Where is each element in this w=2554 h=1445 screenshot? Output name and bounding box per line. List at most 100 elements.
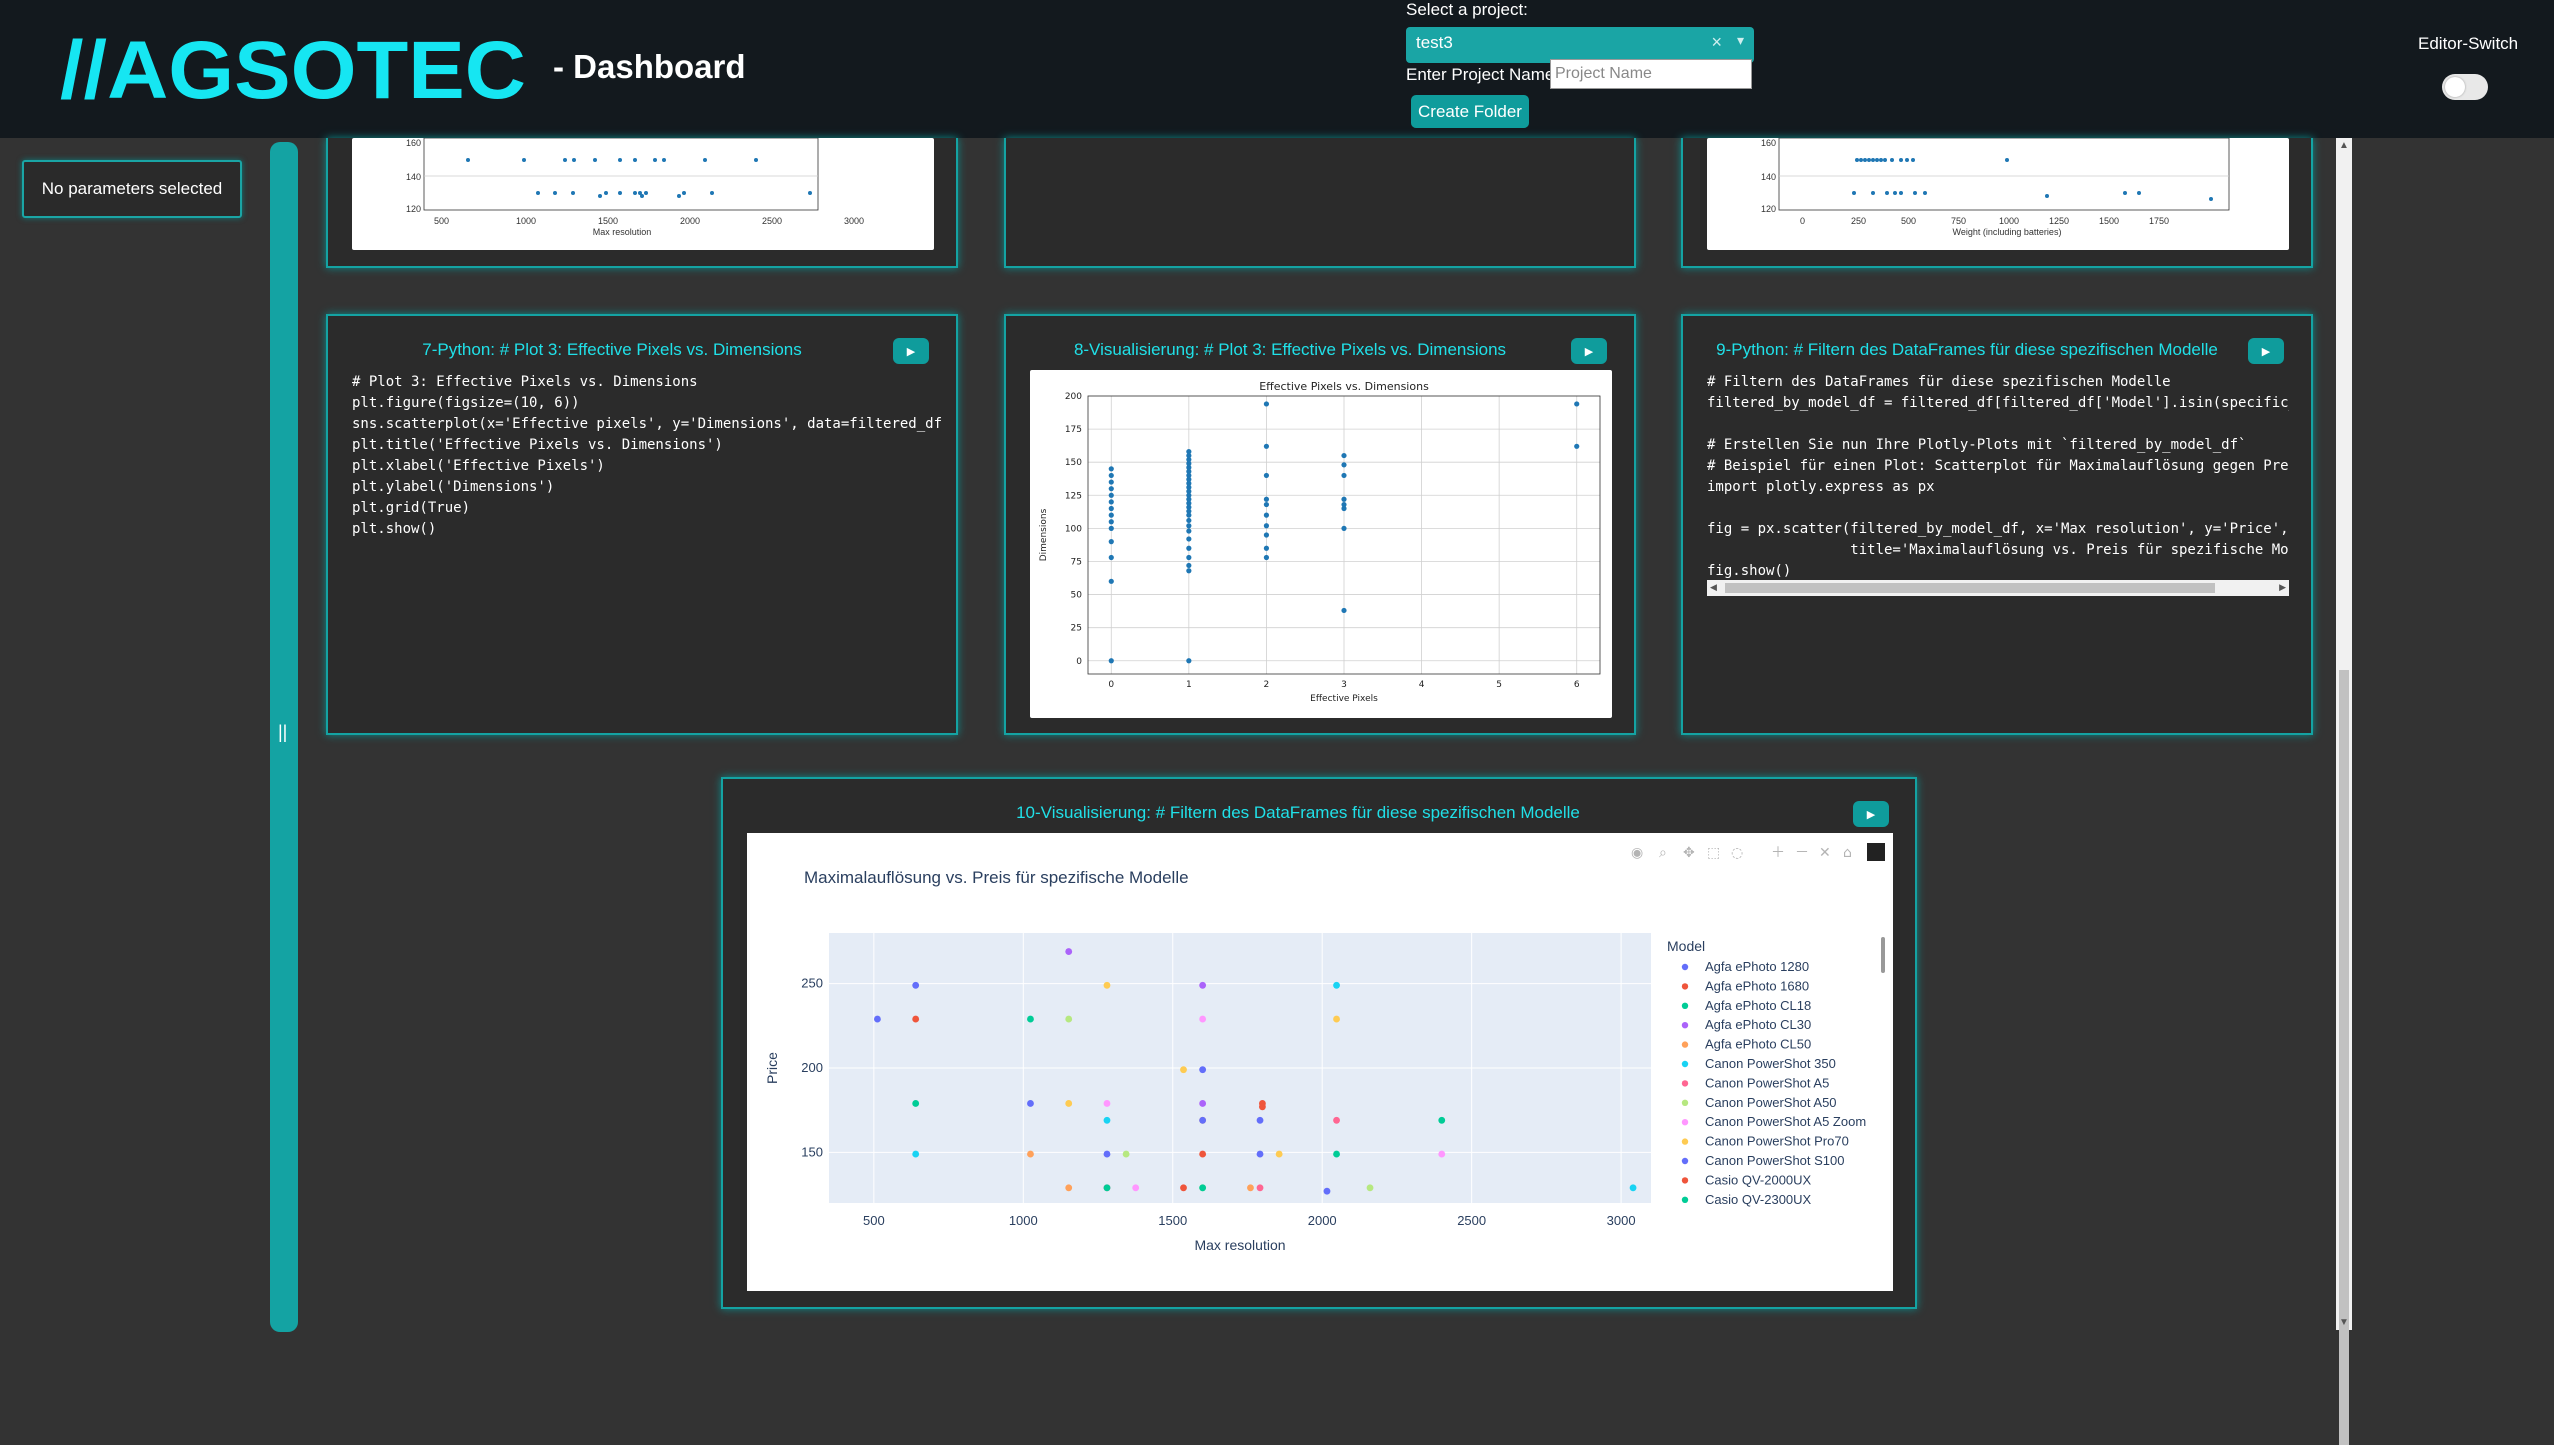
lasso-icon[interactable]: ◌ (1731, 845, 1743, 861)
svg-text:140: 140 (406, 172, 421, 182)
svg-text:1750: 1750 (2149, 216, 2169, 226)
x-tick-label: 3000 (1607, 1213, 1636, 1228)
cell-card-8: 8-Visualisierung: # Plot 3: Effective Pi… (1004, 314, 1636, 735)
svg-text:1250: 1250 (2049, 216, 2069, 226)
project-name-input[interactable] (1550, 59, 1752, 89)
data-point (1108, 472, 1114, 479)
y-tick-label: 100 (1065, 524, 1082, 534)
horizontal-scrollbar[interactable]: ◀ ▶ (1707, 580, 2289, 596)
data-point (1341, 472, 1347, 479)
legend-item: Canon PowerShot A5 (1705, 1075, 1829, 1090)
svg-text:120: 120 (406, 204, 421, 214)
data-point (1263, 401, 1270, 407)
data-point (1341, 525, 1347, 531)
scroll-left-icon[interactable]: ◀ (1710, 582, 1717, 593)
y-tick-label: 200 (801, 1060, 823, 1075)
data-point (1186, 568, 1192, 574)
data-point (1180, 1184, 1187, 1192)
data-point (1065, 948, 1073, 955)
zoom-out-icon[interactable]: － (1795, 845, 1809, 861)
svg-text:Weight (including batteries): Weight (including batteries) (1953, 227, 2062, 237)
legend-item: Canon PowerShot S100 (1705, 1153, 1844, 1168)
x-tick-label: 4 (1419, 680, 1425, 690)
page-scrollbar[interactable]: ▲ ▼ (2336, 138, 2352, 1445)
data-point (1108, 525, 1114, 531)
y-tick-label: 200 (1065, 392, 1082, 402)
code-block[interactable]: # Plot 3: Effective Pixels vs. Dimension… (352, 372, 942, 540)
legend-title: Model (1667, 938, 1705, 954)
data-point (1108, 578, 1114, 584)
scrollbar-thumb[interactable] (2339, 670, 2349, 1445)
svg-text:2500: 2500 (762, 216, 782, 226)
plotly-chart[interactable]: Maximalauflösung vs. Preis für spezifisc… (747, 833, 1893, 1291)
legend-item: Canon PowerShot Pro70 (1705, 1134, 1849, 1149)
clear-icon[interactable]: × (1711, 32, 1722, 53)
autoscale-icon[interactable]: ✕ (1819, 845, 1831, 861)
x-axis-label: Max resolution (1194, 1237, 1285, 1253)
legend-item: Casio QV-2000UX (1705, 1172, 1812, 1187)
data-point (1438, 1150, 1446, 1158)
pan-icon[interactable]: ✥ (1683, 845, 1695, 861)
drag-handle-icon[interactable]: || (278, 722, 287, 743)
cell-title: 10-Visualisierung: # Filtern des DataFra… (1016, 803, 1580, 822)
scroll-up-icon[interactable]: ▲ (2339, 140, 2349, 151)
project-select-label: Select a project: (1406, 0, 1528, 19)
legend-item: Canon PowerShot 350 (1705, 1056, 1836, 1071)
scroll-down-icon[interactable]: ▼ (2339, 1317, 2349, 1328)
play-icon: ▶ (1584, 345, 1594, 358)
run-button[interactable]: ▶ (893, 338, 929, 364)
data-point (1574, 401, 1580, 407)
chevron-down-icon[interactable]: ▾ (1737, 32, 1744, 49)
create-folder-button[interactable]: Create Folder (1411, 95, 1529, 128)
data-point (1263, 501, 1270, 508)
box-select-icon[interactable]: ⬚ (1707, 845, 1720, 861)
data-point (1103, 1116, 1111, 1124)
run-button[interactable]: ▶ (2248, 338, 2284, 364)
y-tick-label: 150 (801, 1144, 823, 1159)
data-point (1027, 1015, 1034, 1023)
code-block[interactable]: # Filtern des DataFrames für diese spezi… (1707, 372, 2289, 582)
scroll-right-icon[interactable]: ▶ (2279, 582, 2286, 593)
run-button[interactable]: ▶ (1853, 801, 1889, 827)
data-point (1341, 501, 1347, 508)
svg-text:500: 500 (434, 216, 449, 226)
reset-axes-icon[interactable]: ⌂ (1843, 845, 1852, 861)
cell-title: 8-Visualisierung: # Plot 3: Effective Pi… (1073, 340, 1507, 359)
legend-item: Canon PowerShot A5 Zoom (1705, 1114, 1866, 1129)
data-point (1103, 981, 1111, 989)
partial-scatter-plot: 160 140 120 0 250 500 750 1000 1250 1500… (1761, 137, 2230, 237)
data-point (1108, 466, 1114, 472)
data-point (1199, 981, 1207, 989)
panel-splitter[interactable]: || (270, 142, 298, 1332)
legend-item: Agfa ePhoto CL30 (1705, 1017, 1811, 1032)
play-icon: ▶ (906, 345, 916, 358)
max-resolution-price-scatter[interactable]: Maximalauflösung vs. Preis für spezifisc… (747, 833, 1893, 1291)
svg-text:0: 0 (1800, 216, 1805, 226)
data-point (1186, 517, 1192, 524)
data-point (1263, 472, 1270, 479)
data-point (1341, 462, 1347, 468)
data-point (1199, 1184, 1207, 1192)
cell-card-10: 10-Visualisierung: # Filtern des DataFra… (721, 777, 1917, 1309)
data-point (1366, 1184, 1374, 1192)
plot-image: 160 140 120 500 1000 1500 2000 2500 3000… (352, 137, 934, 250)
svg-text:Max resolution: Max resolution (593, 227, 652, 237)
run-button[interactable]: ▶ (1571, 338, 1607, 364)
data-point (1186, 449, 1192, 455)
camera-icon[interactable]: ◉ (1631, 845, 1643, 861)
data-point (912, 981, 920, 989)
data-point (1108, 505, 1114, 512)
zoom-in-icon[interactable]: ＋ (1771, 845, 1785, 861)
plotly-logo-icon[interactable] (1867, 843, 1885, 861)
svg-text:750: 750 (1951, 216, 1966, 226)
data-point (1247, 1184, 1254, 1192)
data-point (1341, 607, 1347, 614)
y-tick-label: 50 (1071, 591, 1083, 601)
editor-switch-toggle[interactable] (2442, 74, 2488, 100)
legend-marker (1681, 1022, 1689, 1029)
data-point (1108, 658, 1114, 664)
data-point (1333, 1116, 1340, 1124)
project-select[interactable]: test3 × ▾ (1406, 27, 1754, 63)
zoom-icon[interactable]: ⌕ (1659, 845, 1667, 861)
scrollbar-thumb[interactable] (1725, 583, 2215, 593)
